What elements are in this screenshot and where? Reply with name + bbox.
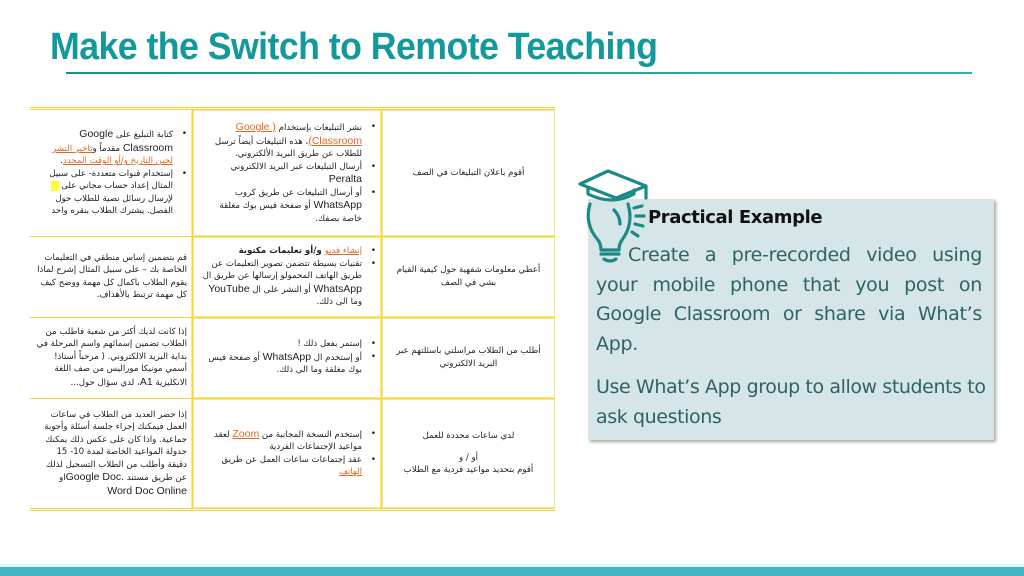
zoom-link[interactable]: Zoom xyxy=(232,428,259,440)
slide-title: Make the Switch to Remote Teaching xyxy=(50,26,658,68)
cell-in-class: أقوم باعلان التبليغات في الصف xyxy=(381,110,555,238)
cell-remote: نشر التبليغات بإستخدام ( Google Classroo… xyxy=(192,110,382,238)
list-item: أو أرسال التبليغات عن طريق كروب WhatsApp… xyxy=(198,187,376,226)
list-item: إستخدم النسخة المجانية من Zoom لعقد مواع… xyxy=(198,428,376,454)
list-item: تقنيات بسيطة تتضمن تصوير التعليمات عن طر… xyxy=(198,258,376,309)
table-row: قم بتضمين إساس منطقي في التعليمات الخاصة… xyxy=(30,236,555,318)
cell-tips: قم بتضمين إساس منطقي في التعليمات الخاصة… xyxy=(30,236,193,318)
footer-bar xyxy=(0,567,1024,576)
list-item: نشر التبليغات بإستخدام ( Google Classroo… xyxy=(198,121,376,161)
title-underline xyxy=(66,72,972,74)
list-item: كتابة التبليغ على Google Classroom مقدما… xyxy=(35,128,187,168)
lightbulb-graduation-cap-icon xyxy=(576,164,656,264)
list-item: عقد إجتماعات ساعات العمل عن طريق الهاتف xyxy=(198,454,376,479)
create-video-link[interactable]: إنشاء فديو xyxy=(325,246,362,256)
list-item: أو إستخدم ال WhatsApp أو صفحة فيس بوك مغ… xyxy=(198,351,376,377)
card-paragraph: Use What’s App group to allow students t… xyxy=(596,376,986,428)
cell-tips: إذا كانت لديك أكثر من شعبة فاطلب من الطل… xyxy=(30,316,193,399)
cell-in-class: أعطي معلومات شفهية حول كيفية القيام بشي … xyxy=(381,236,555,318)
list-item: إستخدام قنوات متعددة- على سبيل المثال إع… xyxy=(35,168,187,218)
strategies-table: كتابة التبليغ على Google Classroom مقدما… xyxy=(30,107,555,511)
phone-link[interactable]: الهاتف xyxy=(339,467,362,477)
list-item: إستمر بفعل ذلك ! xyxy=(198,338,376,351)
cell-remote: إنشاء فديو و/أو تعليمات مكتوبة تقنيات بس… xyxy=(192,236,382,318)
table-row: إذا كانت لديك أكثر من شعبة فاطلب من الطل… xyxy=(30,316,555,399)
table-row: إذا حضر العديد من الطلاب في ساعات العمل … xyxy=(30,397,555,508)
cell-tips: كتابة التبليغ على Google Classroom مقدما… xyxy=(30,110,193,238)
list-item: إنشاء فديو و/أو تعليمات مكتوبة xyxy=(198,245,376,258)
cell-in-class: لدي ساعات محددة للعمل أو / و أقوم بتحديد… xyxy=(381,397,555,508)
list-item: أرسال التبليغات عبر البريد الالكتروني Pe… xyxy=(198,161,376,187)
cell-remote: إستخدم النسخة المجانية من Zoom لعقد مواع… xyxy=(192,397,382,508)
table-row: كتابة التبليغ على Google Classroom مقدما… xyxy=(30,110,555,238)
cell-remote: إستمر بفعل ذلك ! أو إستخدم ال WhatsApp أ… xyxy=(192,316,382,399)
cell-in-class: أطلب من الطلاب مراسلتي باسئلتهم عبر البر… xyxy=(381,316,555,399)
cell-tips: إذا حضر العديد من الطلاب في ساعات العمل … xyxy=(30,397,193,508)
card-heading: Practical Example xyxy=(648,207,823,228)
highlight-mark xyxy=(50,180,59,191)
